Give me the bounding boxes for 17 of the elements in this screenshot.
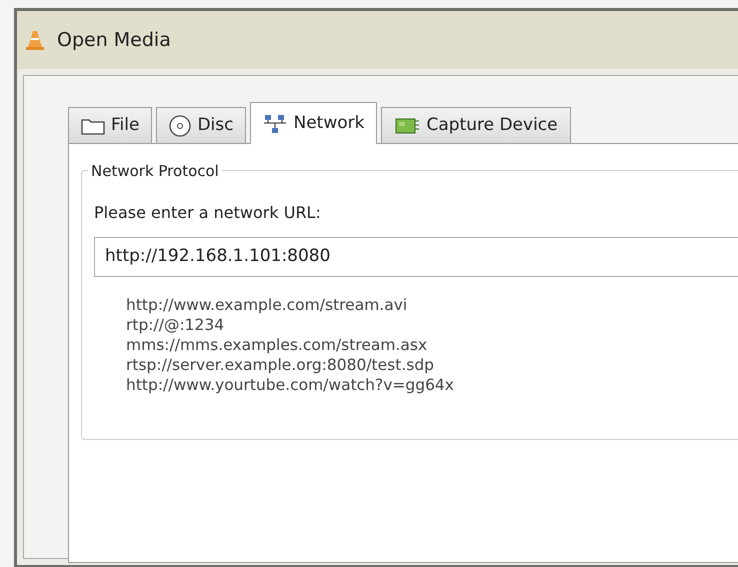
disc-icon (169, 114, 192, 136)
example-url: http://www.yourtube.com/watch?v=gg64x (126, 375, 455, 396)
folder-icon (81, 116, 105, 134)
example-url: rtp://@:1234 (126, 314, 226, 335)
tab[interactable]: File (68, 107, 152, 143)
example-url: http://www.example.com/stream.avi (126, 294, 408, 315)
tab[interactable]: Network (250, 102, 378, 144)
tab[interactable]: Disc (156, 107, 246, 143)
capture-card-icon (394, 116, 420, 136)
example-url: rtsp://server.example.org:8080/test.sdp (126, 354, 436, 376)
network-icon (263, 114, 288, 134)
example-url: mms://mms.examples.com/stream.asx (126, 334, 428, 355)
window-title: Open Media (57, 28, 171, 53)
tab[interactable]: Capture Device (381, 107, 571, 143)
traffic-cone-icon (25, 29, 45, 51)
field-label: Please enter a network URL: (94, 202, 322, 224)
url-field[interactable]: http://192.168.1.101:8080 (94, 237, 738, 276)
